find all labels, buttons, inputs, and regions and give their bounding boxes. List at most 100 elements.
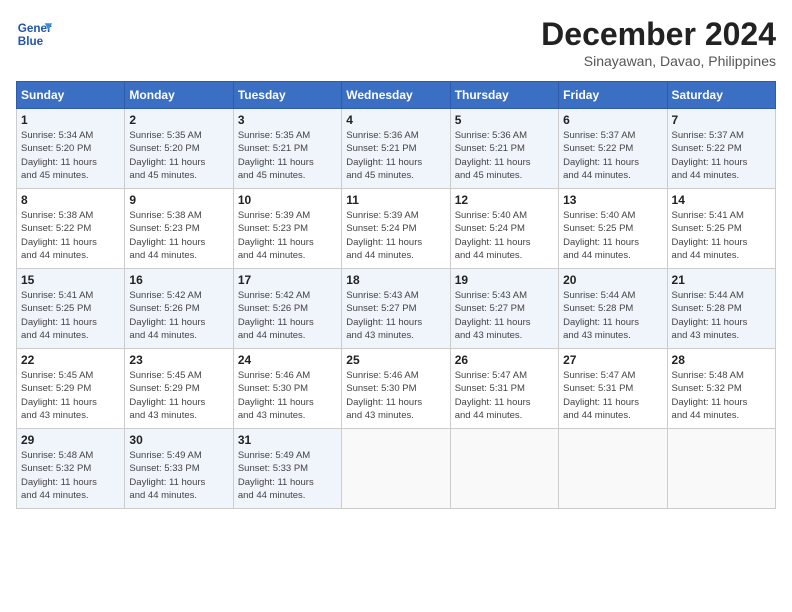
day-info: Sunrise: 5:35 AM Sunset: 5:20 PM Dayligh…	[129, 129, 228, 182]
col-header-thursday: Thursday	[450, 82, 558, 109]
day-number: 4	[346, 113, 445, 127]
day-info: Sunrise: 5:49 AM Sunset: 5:33 PM Dayligh…	[238, 449, 337, 502]
day-number: 5	[455, 113, 554, 127]
calendar-cell: 26 Sunrise: 5:47 AM Sunset: 5:31 PM Dayli…	[450, 349, 558, 429]
calendar-week-row: 29 Sunrise: 5:48 AM Sunset: 5:32 PM Dayli…	[17, 429, 776, 509]
calendar-cell: 15 Sunrise: 5:41 AM Sunset: 5:25 PM Dayli…	[17, 269, 125, 349]
calendar-cell: 25 Sunrise: 5:46 AM Sunset: 5:30 PM Dayli…	[342, 349, 450, 429]
calendar-week-row: 22 Sunrise: 5:45 AM Sunset: 5:29 PM Dayli…	[17, 349, 776, 429]
calendar-cell: 16 Sunrise: 5:42 AM Sunset: 5:26 PM Dayli…	[125, 269, 233, 349]
calendar-cell	[667, 429, 775, 509]
day-number: 13	[563, 193, 662, 207]
col-header-saturday: Saturday	[667, 82, 775, 109]
day-info: Sunrise: 5:42 AM Sunset: 5:26 PM Dayligh…	[129, 289, 228, 342]
day-number: 17	[238, 273, 337, 287]
day-number: 7	[672, 113, 771, 127]
day-number: 19	[455, 273, 554, 287]
calendar-cell: 27 Sunrise: 5:47 AM Sunset: 5:31 PM Dayli…	[559, 349, 667, 429]
calendar-cell: 7 Sunrise: 5:37 AM Sunset: 5:22 PM Daylig…	[667, 109, 775, 189]
day-info: Sunrise: 5:37 AM Sunset: 5:22 PM Dayligh…	[672, 129, 771, 182]
day-number: 15	[21, 273, 120, 287]
day-info: Sunrise: 5:43 AM Sunset: 5:27 PM Dayligh…	[455, 289, 554, 342]
calendar-cell: 9Sunrise: 5:38 AM Sunset: 5:23 PM Daylig…	[125, 189, 233, 269]
day-number: 9	[129, 193, 228, 207]
col-header-friday: Friday	[559, 82, 667, 109]
day-number: 30	[129, 433, 228, 447]
day-info: Sunrise: 5:43 AM Sunset: 5:27 PM Dayligh…	[346, 289, 445, 342]
day-number: 24	[238, 353, 337, 367]
calendar-table: SundayMondayTuesdayWednesdayThursdayFrid…	[16, 81, 776, 509]
day-info: Sunrise: 5:49 AM Sunset: 5:33 PM Dayligh…	[129, 449, 228, 502]
day-number: 18	[346, 273, 445, 287]
day-info: Sunrise: 5:36 AM Sunset: 5:21 PM Dayligh…	[346, 129, 445, 182]
day-info: Sunrise: 5:41 AM Sunset: 5:25 PM Dayligh…	[672, 209, 771, 262]
header: General Blue December 2024 Sinayawan, Da…	[16, 16, 776, 69]
day-number: 27	[563, 353, 662, 367]
calendar-cell: 4 Sunrise: 5:36 AM Sunset: 5:21 PM Daylig…	[342, 109, 450, 189]
calendar-cell: 22 Sunrise: 5:45 AM Sunset: 5:29 PM Dayli…	[17, 349, 125, 429]
calendar-cell: 13 Sunrise: 5:40 AM Sunset: 5:25 PM Dayli…	[559, 189, 667, 269]
month-year-title: December 2024	[541, 16, 776, 53]
calendar-cell: 17 Sunrise: 5:42 AM Sunset: 5:26 PM Dayli…	[233, 269, 341, 349]
day-info: Sunrise: 5:47 AM Sunset: 5:31 PM Dayligh…	[455, 369, 554, 422]
day-info: Sunrise: 5:48 AM Sunset: 5:32 PM Dayligh…	[21, 449, 120, 502]
calendar-cell: 29 Sunrise: 5:48 AM Sunset: 5:32 PM Dayli…	[17, 429, 125, 509]
calendar-cell: 31 Sunrise: 5:49 AM Sunset: 5:33 PM Dayli…	[233, 429, 341, 509]
day-info: Sunrise: 5:42 AM Sunset: 5:26 PM Dayligh…	[238, 289, 337, 342]
day-number: 16	[129, 273, 228, 287]
calendar-cell: 5 Sunrise: 5:36 AM Sunset: 5:21 PM Daylig…	[450, 109, 558, 189]
day-number: 31	[238, 433, 337, 447]
day-number: 29	[21, 433, 120, 447]
day-info: Sunrise: 5:47 AM Sunset: 5:31 PM Dayligh…	[563, 369, 662, 422]
day-info: Sunrise: 5:48 AM Sunset: 5:32 PM Dayligh…	[672, 369, 771, 422]
day-number: 6	[563, 113, 662, 127]
day-number: 23	[129, 353, 228, 367]
calendar-cell: 11 Sunrise: 5:39 AM Sunset: 5:24 PM Dayli…	[342, 189, 450, 269]
calendar-cell: 10Sunrise: 5:39 AM Sunset: 5:23 PM Dayli…	[233, 189, 341, 269]
day-number: 8	[21, 193, 120, 207]
day-number: 11	[346, 193, 445, 207]
calendar-week-row: 8 Sunrise: 5:38 AM Sunset: 5:22 PM Daylig…	[17, 189, 776, 269]
day-info: Sunrise: 5:45 AM Sunset: 5:29 PM Dayligh…	[21, 369, 120, 422]
day-number: 12	[455, 193, 554, 207]
day-info: Sunrise: 5:39 AM Sunset: 5:24 PM Dayligh…	[346, 209, 445, 262]
calendar-cell: 3Sunrise: 5:35 AM Sunset: 5:21 PM Daylig…	[233, 109, 341, 189]
calendar-cell: 2 Sunrise: 5:35 AM Sunset: 5:20 PM Daylig…	[125, 109, 233, 189]
day-info: Sunrise: 5:35 AM Sunset: 5:21 PM Dayligh…	[238, 129, 337, 182]
day-info: Sunrise: 5:41 AM Sunset: 5:25 PM Dayligh…	[21, 289, 120, 342]
calendar-cell: 8 Sunrise: 5:38 AM Sunset: 5:22 PM Daylig…	[17, 189, 125, 269]
day-info: Sunrise: 5:46 AM Sunset: 5:30 PM Dayligh…	[238, 369, 337, 422]
day-info: Sunrise: 5:40 AM Sunset: 5:25 PM Dayligh…	[563, 209, 662, 262]
day-info: Sunrise: 5:36 AM Sunset: 5:21 PM Dayligh…	[455, 129, 554, 182]
svg-text:Blue: Blue	[18, 35, 44, 48]
calendar-cell: 20 Sunrise: 5:44 AM Sunset: 5:28 PM Dayli…	[559, 269, 667, 349]
day-info: Sunrise: 5:44 AM Sunset: 5:28 PM Dayligh…	[563, 289, 662, 342]
logo-icon: General Blue	[16, 16, 52, 52]
calendar-cell	[559, 429, 667, 509]
calendar-header-row: SundayMondayTuesdayWednesdayThursdayFrid…	[17, 82, 776, 109]
calendar-cell: 12 Sunrise: 5:40 AM Sunset: 5:24 PM Dayli…	[450, 189, 558, 269]
day-number: 21	[672, 273, 771, 287]
day-info: Sunrise: 5:45 AM Sunset: 5:29 PM Dayligh…	[129, 369, 228, 422]
day-number: 1	[21, 113, 120, 127]
day-info: Sunrise: 5:37 AM Sunset: 5:22 PM Dayligh…	[563, 129, 662, 182]
logo: General Blue	[16, 16, 52, 52]
day-info: Sunrise: 5:38 AM Sunset: 5:22 PM Dayligh…	[21, 209, 120, 262]
day-info: Sunrise: 5:46 AM Sunset: 5:30 PM Dayligh…	[346, 369, 445, 422]
day-number: 26	[455, 353, 554, 367]
col-header-sunday: Sunday	[17, 82, 125, 109]
day-number: 22	[21, 353, 120, 367]
col-header-tuesday: Tuesday	[233, 82, 341, 109]
day-number: 25	[346, 353, 445, 367]
calendar-cell: 1Sunrise: 5:34 AM Sunset: 5:20 PM Daylig…	[17, 109, 125, 189]
calendar-cell	[342, 429, 450, 509]
calendar-cell: 19 Sunrise: 5:43 AM Sunset: 5:27 PM Dayli…	[450, 269, 558, 349]
calendar-week-row: 15 Sunrise: 5:41 AM Sunset: 5:25 PM Dayli…	[17, 269, 776, 349]
calendar-cell	[450, 429, 558, 509]
day-number: 2	[129, 113, 228, 127]
calendar-cell: 23 Sunrise: 5:45 AM Sunset: 5:29 PM Dayli…	[125, 349, 233, 429]
calendar-cell: 30 Sunrise: 5:49 AM Sunset: 5:33 PM Dayli…	[125, 429, 233, 509]
title-area: December 2024 Sinayawan, Davao, Philippi…	[541, 16, 776, 69]
day-info: Sunrise: 5:40 AM Sunset: 5:24 PM Dayligh…	[455, 209, 554, 262]
day-number: 20	[563, 273, 662, 287]
